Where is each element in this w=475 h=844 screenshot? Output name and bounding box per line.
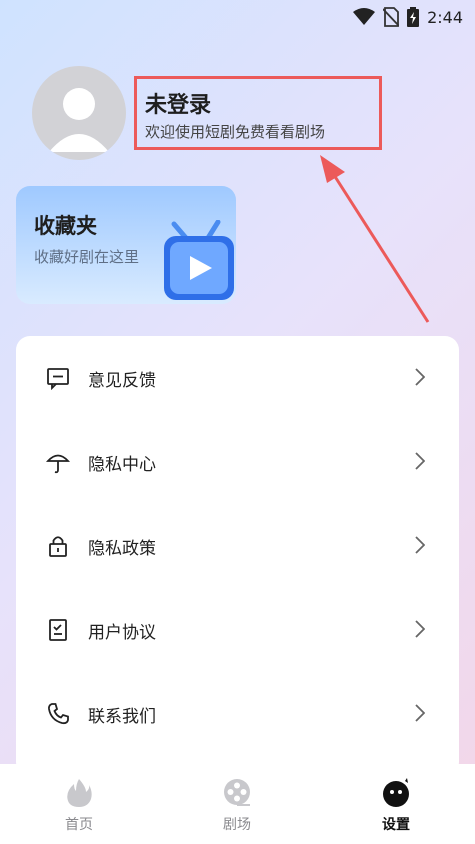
bottom-navigation: 首页 剧场 设置 bbox=[0, 764, 475, 844]
tab-label: 设置 bbox=[382, 817, 410, 833]
tab-label: 剧场 bbox=[223, 817, 251, 833]
menu-item-contact-us[interactable]: 联系我们 bbox=[16, 672, 459, 756]
battery-charging-icon bbox=[407, 7, 420, 27]
phone-icon bbox=[46, 702, 70, 726]
menu-item-privacy-center[interactable]: 隐私中心 bbox=[16, 420, 459, 504]
lock-icon bbox=[46, 534, 70, 558]
chevron-right-icon bbox=[415, 704, 426, 726]
chevron-right-icon bbox=[415, 368, 426, 390]
menu-item-privacy-policy[interactable]: 隐私政策 bbox=[16, 504, 459, 588]
wifi-icon bbox=[353, 8, 376, 26]
chevron-right-icon bbox=[415, 620, 426, 642]
menu-label: 隐私政策 bbox=[88, 539, 156, 559]
menu-label: 联系我们 bbox=[88, 707, 156, 727]
tab-theater[interactable]: 剧场 bbox=[158, 764, 316, 844]
no-sim-icon bbox=[383, 7, 400, 27]
login-title: 未登录 bbox=[145, 93, 212, 118]
document-icon bbox=[46, 618, 70, 642]
status-time: 2:44 bbox=[427, 7, 463, 27]
flame-icon bbox=[66, 778, 92, 812]
status-bar: 2:44 bbox=[0, 0, 475, 34]
feedback-icon bbox=[46, 366, 70, 391]
menu-item-user-agreement[interactable]: 用户协议 bbox=[16, 588, 459, 672]
film-reel-icon bbox=[223, 778, 251, 810]
menu-label: 意见反馈 bbox=[88, 371, 156, 391]
favorites-card[interactable]: 收藏夹 收藏好剧在这里 bbox=[16, 186, 236, 304]
tab-settings[interactable]: 设置 bbox=[317, 764, 475, 844]
tab-home[interactable]: 首页 bbox=[0, 764, 158, 844]
profile-header[interactable]: 未登录 欢迎使用短剧免费看看剧场 bbox=[30, 64, 475, 164]
menu-label: 用户协议 bbox=[88, 623, 156, 643]
favorites-title: 收藏夹 bbox=[34, 214, 97, 238]
login-highlight-box[interactable]: 未登录 欢迎使用短剧免费看看剧场 bbox=[134, 76, 382, 150]
settings-face-icon bbox=[381, 778, 411, 812]
tab-label: 首页 bbox=[65, 817, 93, 833]
settings-menu: 意见反馈 隐私中心 隐私政策 用户协议 联系我们 bbox=[16, 336, 459, 776]
chevron-right-icon bbox=[415, 536, 426, 558]
chevron-right-icon bbox=[415, 452, 426, 474]
favorites-subtitle: 收藏好剧在这里 bbox=[34, 248, 140, 266]
login-subtitle: 欢迎使用短剧免费看看剧场 bbox=[145, 123, 326, 141]
umbrella-icon bbox=[45, 450, 71, 474]
user-avatar-icon[interactable] bbox=[32, 66, 126, 160]
tv-play-icon bbox=[162, 219, 236, 304]
menu-label: 隐私中心 bbox=[88, 455, 156, 475]
menu-item-feedback[interactable]: 意见反馈 bbox=[16, 336, 459, 420]
